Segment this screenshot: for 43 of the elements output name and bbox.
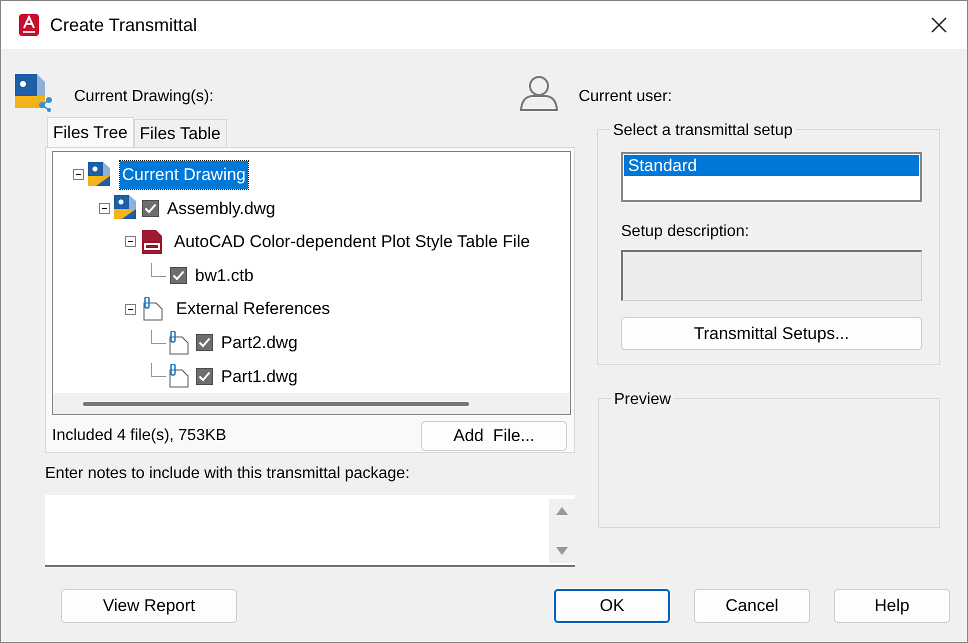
tree-item[interactable]: External References: [174, 295, 332, 323]
app-icon: [19, 14, 39, 36]
add-file-button[interactable]: Add File...: [421, 421, 567, 451]
tree-item[interactable]: AutoCAD Color-dependent Plot Style Table File: [172, 228, 532, 256]
collapse-icon[interactable]: [125, 304, 136, 315]
collapse-icon[interactable]: [99, 202, 110, 214]
vertical-scrollbar[interactable]: [549, 499, 575, 563]
horizontal-scrollbar[interactable]: [83, 402, 469, 406]
tree-item[interactable]: Assembly.dwg: [165, 194, 278, 222]
plot-style-file-icon: [140, 228, 164, 255]
setup-list-item[interactable]: Standard: [624, 155, 919, 176]
collapse-icon[interactable]: [125, 236, 136, 248]
tab[interactable]: Files Table: [134, 119, 227, 147]
dialog-button[interactable]: Help: [834, 589, 950, 623]
notes-label: Enter notes to include with this transmittal package:: [45, 464, 411, 484]
tree-item[interactable]: bw1.ctb: [193, 262, 256, 290]
checkbox[interactable]: [196, 334, 213, 352]
current-user-label: Current user:: [578, 87, 672, 107]
tab[interactable]: Files Tree: [47, 117, 134, 147]
notes-field[interactable]: [45, 495, 575, 567]
dialog-button[interactable]: Cancel: [694, 589, 810, 623]
scroll-up-icon: [556, 507, 568, 515]
checkbox[interactable]: [170, 267, 187, 284]
tree-item[interactable]: Part2.dwg: [219, 329, 300, 357]
close-icon: [931, 17, 947, 33]
checkbox[interactable]: [142, 200, 159, 217]
drawing-share-icon: [15, 74, 53, 112]
current-drawings-label: Current Drawing(s):: [74, 87, 214, 107]
window-title: Create Transmittal: [50, 14, 198, 36]
collapse-icon[interactable]: [73, 169, 84, 180]
file-summary: Included 4 file(s), 753KB: [52, 426, 226, 446]
setup-description-label: Setup description:: [621, 222, 750, 242]
scroll-down-icon: [556, 547, 568, 555]
tree-item[interactable]: Current Drawing: [120, 161, 248, 189]
user-icon: [518, 75, 559, 111]
drawing-file-icon: [88, 162, 112, 188]
checkbox[interactable]: [196, 368, 213, 385]
drawing-file-icon: [114, 195, 138, 222]
transmittal-setups-button[interactable]: Transmittal Setups...: [621, 317, 922, 350]
setup-list[interactable]: Standard: [621, 152, 922, 202]
view-report-button[interactable]: View Report: [61, 589, 237, 623]
dialog-button[interactable]: OK: [554, 589, 670, 623]
tree-item[interactable]: Part1.dwg: [219, 362, 300, 390]
